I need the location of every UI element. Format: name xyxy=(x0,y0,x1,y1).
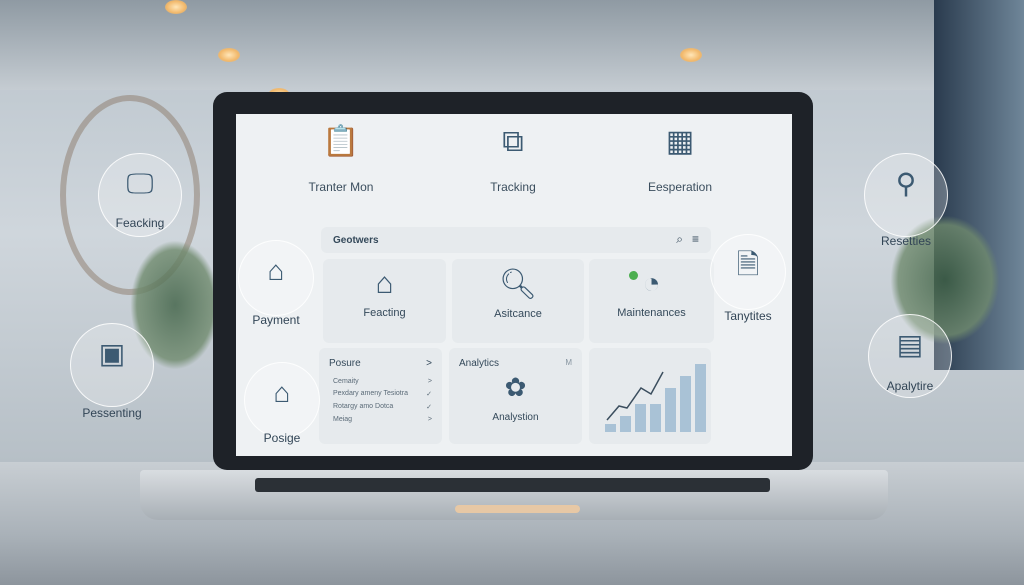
ceiling-light xyxy=(165,0,187,14)
bubble-tanytites[interactable]: 🗎 Tanytites xyxy=(710,234,786,323)
posure-title: Posure xyxy=(329,358,361,369)
pie-chart-icon: ◔ xyxy=(642,267,661,300)
house-leaf-icon: ⌂ xyxy=(375,267,394,300)
clipboard-icon: 📋 xyxy=(322,125,360,158)
search-icon[interactable]: ⌕ xyxy=(676,232,683,247)
puzzle-icon: ⧉ xyxy=(502,125,524,158)
bubble-label: Pessenting xyxy=(82,406,142,420)
card-label: Asitcance xyxy=(494,308,542,320)
tablet-icon: ▣ xyxy=(98,338,126,369)
tile-label: Tracking xyxy=(490,180,536,194)
tile-eesperation[interactable]: ▦ Eesperation xyxy=(630,124,730,194)
card-asitcance[interactable]: 🔍︎ Asitcance xyxy=(452,259,584,343)
monitor-icon: 🖵 xyxy=(126,168,154,199)
bubble-label: Resetties xyxy=(880,234,932,248)
item-label: Cemaity xyxy=(333,378,359,385)
bubble-label: Tanytites xyxy=(724,309,772,323)
tile-label: Tranter Mon xyxy=(308,180,374,194)
bubble-resetties[interactable]: ⚲ Resetties xyxy=(864,153,948,248)
list-item[interactable]: Pexdary ameny Tesiotra ✓ xyxy=(319,390,442,398)
card-label: Feacting xyxy=(363,307,406,319)
folder-icon: ⌂ xyxy=(267,255,285,286)
check-icon: ✓ xyxy=(426,391,432,398)
item-mark: > xyxy=(427,378,432,385)
item-label: Meiag xyxy=(333,416,353,423)
bubble-feacking[interactable]: 🖵 Feacking xyxy=(98,153,182,237)
item-label: Pexdary ameny Tesiotra xyxy=(333,390,408,397)
bubble-label: Payment xyxy=(252,313,300,327)
posure-panel: Posure > Cemaity > Pexdary ameny Tesiotra… xyxy=(319,348,442,444)
check-icon: ✓ xyxy=(426,404,432,411)
tile-tranter-mon[interactable]: 📋 Tranter Mon xyxy=(291,124,391,194)
tile-label: Eesperation xyxy=(647,180,713,194)
bubble-label: Feacking xyxy=(115,216,165,230)
notepad-icon: ▤ xyxy=(896,329,924,360)
bubble-label: Posige xyxy=(263,431,301,445)
keyboard xyxy=(255,478,770,492)
network-icon: ⚲ xyxy=(895,168,917,199)
analytics-panel[interactable]: Analytics M ✿ Analystion xyxy=(449,348,582,444)
bubble-apalytire[interactable]: ▤ Apalytire xyxy=(868,314,952,398)
header-title: Geotwers xyxy=(333,235,379,246)
item-mark: > xyxy=(427,416,432,423)
header-bar: Geotwers ⌕ ≡ xyxy=(321,227,711,253)
card-feacting[interactable]: ⌂ Feacting xyxy=(323,259,446,343)
bubble-posige[interactable]: ⌂ Posige xyxy=(244,362,320,445)
list-item[interactable]: Cemaity > xyxy=(319,378,442,385)
status-dot xyxy=(629,271,638,280)
bubble-label: Apalytire xyxy=(886,379,934,393)
list-item[interactable]: Meiag > xyxy=(319,416,442,423)
calendar-icon: ▦ xyxy=(665,125,695,158)
bar-chart-panel xyxy=(589,348,711,444)
magnifier-icon: 🔍︎ xyxy=(498,268,538,301)
analytics-label: Analystion xyxy=(492,412,539,423)
gear-flower-icon: ✿ xyxy=(504,372,527,402)
trackpad-notch xyxy=(455,505,580,513)
card-label: Maintenances xyxy=(617,307,686,319)
trend-line xyxy=(606,371,664,421)
card-maintenances[interactable]: ◔ Maintenances xyxy=(589,259,714,343)
analytics-corner: M xyxy=(565,358,572,367)
bubble-payment[interactable]: ⌂ Payment xyxy=(238,240,314,327)
house-icon: ⌂ xyxy=(273,377,291,408)
bubble-pessenting[interactable]: ▣ Pessenting xyxy=(70,323,154,420)
document-icon: 🗎 xyxy=(736,249,760,280)
ceiling-light xyxy=(680,48,702,62)
analytics-title: Analytics xyxy=(459,358,500,369)
list-item[interactable]: Rotargy amo Dotca ✓ xyxy=(319,403,442,411)
menu-icon[interactable]: ≡ xyxy=(692,232,699,246)
chevron-right-icon[interactable]: > xyxy=(426,358,432,369)
ceiling xyxy=(0,0,1024,90)
tile-tracking[interactable]: ⧉ Tracking xyxy=(463,124,563,194)
item-label: Rotargy amo Dotca xyxy=(333,403,394,410)
ceiling-light xyxy=(218,48,240,62)
